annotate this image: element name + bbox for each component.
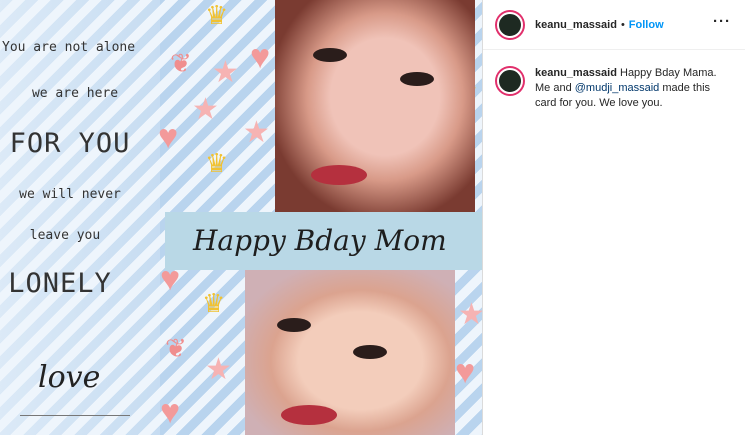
more-options-icon[interactable]: ··· bbox=[713, 13, 731, 30]
lips bbox=[281, 405, 337, 425]
heart-icon: ♥ bbox=[160, 393, 181, 431]
crown-icon: ♛ bbox=[205, 148, 229, 178]
poem-line-large: FOR YOU bbox=[9, 128, 131, 159]
poem-text: You are not alone we are here FOR YOU we… bbox=[0, 0, 160, 435]
leaf-icon: ❦ bbox=[165, 333, 187, 363]
poem-line: leave you bbox=[29, 228, 101, 243]
heart-icon: ♥ bbox=[158, 118, 179, 156]
follow-button[interactable]: Follow bbox=[629, 19, 664, 31]
poem-line-large: LONELY bbox=[8, 268, 112, 299]
mention-link[interactable]: @mudji_massaid bbox=[575, 82, 660, 94]
eye bbox=[277, 318, 311, 332]
crown-icon: ♛ bbox=[205, 0, 229, 30]
caption-text: keanu_massaid Happy Bday Mama. Me and @m… bbox=[535, 66, 733, 111]
poem-line: we will never bbox=[19, 187, 121, 202]
avatar[interactable] bbox=[495, 9, 525, 40]
caption-username-link[interactable]: keanu_massaid bbox=[535, 67, 617, 79]
post-image[interactable]: ♛ ♥ ★ ❦ ★ ♛ ♥ ♛ ❦ ★ ♥ ♛ ♥ ♛ ❦ ★ ♥ ♛ ♥ ★ … bbox=[0, 0, 482, 435]
post-sidebar: keanu_massaid • Follow ··· keanu_massaid… bbox=[482, 0, 745, 435]
photo-top bbox=[275, 0, 475, 215]
star-icon: ★ bbox=[212, 56, 239, 89]
banner-text: Happy Bday Mom bbox=[193, 224, 447, 257]
star-icon: ★ bbox=[192, 93, 219, 126]
crown-icon: ♛ bbox=[202, 288, 226, 318]
star-icon: ★ bbox=[243, 116, 270, 149]
username-link[interactable]: keanu_massaid bbox=[535, 19, 617, 31]
star-icon: ★ bbox=[458, 298, 482, 331]
avatar[interactable] bbox=[495, 66, 525, 96]
separator-dot: • bbox=[620, 18, 625, 31]
star-icon: ★ bbox=[205, 353, 232, 386]
eye bbox=[400, 72, 434, 86]
eye bbox=[353, 345, 387, 359]
photo-bottom bbox=[245, 270, 455, 435]
post-header: keanu_massaid • Follow ··· bbox=[483, 0, 745, 50]
lips bbox=[311, 165, 367, 185]
eye bbox=[313, 48, 347, 62]
poem-line: we are here bbox=[31, 86, 119, 101]
caption: keanu_massaid Happy Bday Mama. Me and @m… bbox=[483, 50, 745, 111]
heart-icon: ♥ bbox=[250, 38, 271, 76]
heart-icon: ♥ bbox=[455, 353, 476, 391]
poem-line: You are not alone bbox=[2, 40, 136, 55]
leaf-icon: ❦ bbox=[170, 48, 192, 78]
divider bbox=[20, 415, 130, 416]
birthday-banner: Happy Bday Mom bbox=[165, 212, 482, 270]
poem-love: love bbox=[38, 360, 101, 395]
